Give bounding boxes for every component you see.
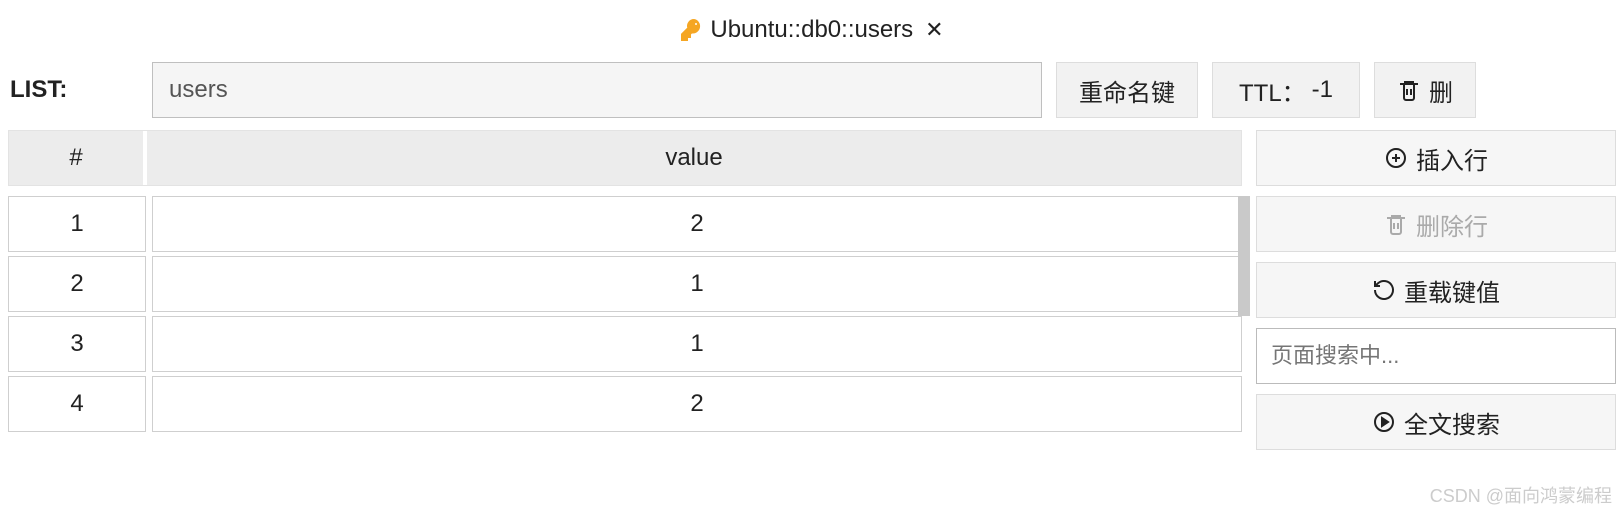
- trash-icon: [1384, 212, 1408, 236]
- delete-key-label: 删: [1429, 73, 1453, 108]
- insert-row-button[interactable]: 插入行: [1256, 130, 1616, 186]
- cell-value: 2: [152, 376, 1242, 432]
- side-panel: 插入行 删除行 重载键值 全文搜索: [1256, 130, 1616, 450]
- cell-value: 2: [152, 196, 1242, 252]
- delete-key-button[interactable]: 删: [1374, 62, 1476, 118]
- trash-icon: [1397, 78, 1421, 102]
- insert-row-label: 插入行: [1416, 141, 1488, 176]
- reload-icon: [1372, 278, 1396, 302]
- plus-circle-icon: [1384, 146, 1408, 170]
- header-value[interactable]: value: [147, 131, 1241, 185]
- cell-index: 4: [8, 376, 146, 432]
- table-row[interactable]: 3 1: [8, 316, 1242, 372]
- close-icon[interactable]: ✕: [925, 17, 943, 43]
- tab-bar: Ubuntu::db0::users ✕: [0, 0, 1624, 60]
- delete-row-button[interactable]: 删除行: [1256, 196, 1616, 252]
- cell-value: 1: [152, 256, 1242, 312]
- cell-index: 1: [8, 196, 146, 252]
- cell-index: 3: [8, 316, 146, 372]
- ttl-value: -1: [1312, 76, 1333, 104]
- fulltext-label: 全文搜索: [1404, 405, 1500, 440]
- list-table: # value 1 2 2 1 3 1 4 2: [8, 130, 1242, 450]
- reload-button[interactable]: 重载键值: [1256, 262, 1616, 318]
- table-row[interactable]: 1 2: [8, 196, 1242, 252]
- key-name-input[interactable]: [152, 62, 1042, 118]
- table-scrollbar[interactable]: [1238, 196, 1250, 316]
- fulltext-search-button[interactable]: 全文搜索: [1256, 394, 1616, 450]
- watermark: CSDN @面向鸿蒙编程: [1430, 482, 1612, 508]
- table-row[interactable]: 2 1: [8, 256, 1242, 312]
- rename-key-button[interactable]: 重命名键: [1056, 62, 1198, 118]
- page-search-input[interactable]: [1256, 328, 1616, 384]
- toolbar: LIST: 重命名键 TTL： -1 删: [0, 60, 1624, 130]
- cell-index: 2: [8, 256, 146, 312]
- play-circle-icon: [1372, 410, 1396, 434]
- cell-value: 1: [152, 316, 1242, 372]
- table-row[interactable]: 4 2: [8, 376, 1242, 432]
- ttl-prefix: TTL：: [1239, 73, 1306, 108]
- key-type-label: LIST:: [8, 76, 138, 104]
- table-header: # value: [8, 130, 1242, 186]
- table-body: 1 2 2 1 3 1 4 2: [8, 196, 1242, 432]
- delete-row-label: 删除行: [1416, 207, 1488, 242]
- main-area: # value 1 2 2 1 3 1 4 2: [0, 130, 1624, 450]
- active-tab[interactable]: Ubuntu::db0::users ✕: [680, 16, 943, 44]
- header-index[interactable]: #: [9, 131, 147, 185]
- reload-label: 重载键值: [1404, 273, 1500, 308]
- ttl-display[interactable]: TTL： -1: [1212, 62, 1360, 118]
- tab-title: Ubuntu::db0::users: [710, 16, 913, 44]
- key-icon: [680, 18, 704, 42]
